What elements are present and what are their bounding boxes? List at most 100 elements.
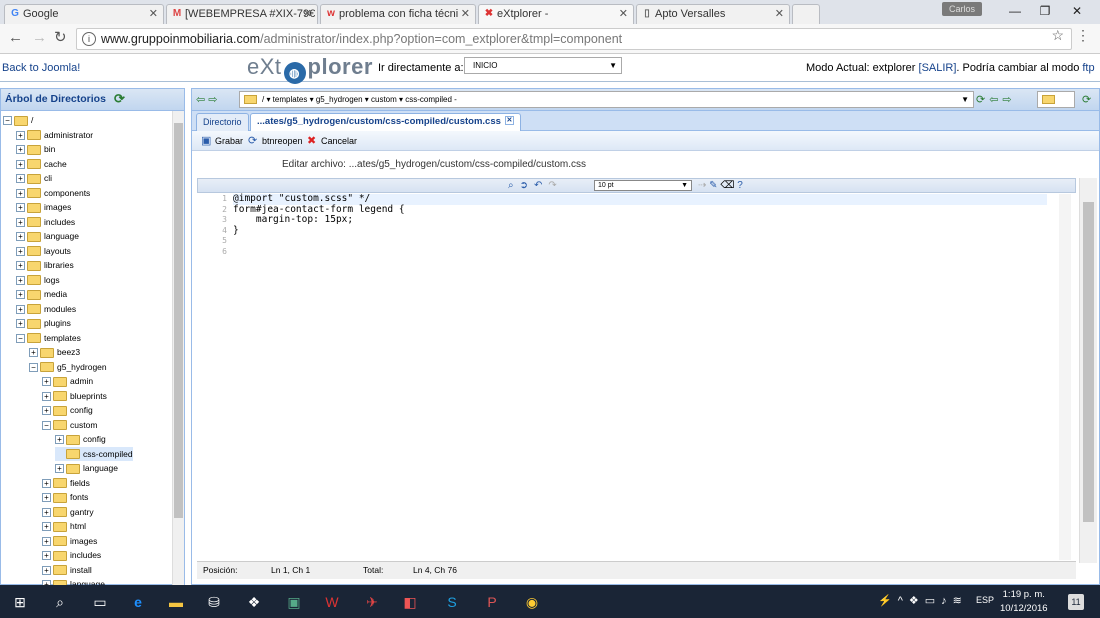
collapse-icon[interactable]: −: [29, 362, 38, 372]
tree-node[interactable]: + config: [42, 403, 93, 417]
forward-arrow-icon[interactable]: →: [32, 30, 47, 46]
expand-icon[interactable]: +: [16, 159, 25, 169]
taskbar-clock[interactable]: 1:19 p. m. 10/12/2016: [1000, 588, 1048, 616]
code-lines[interactable]: @import "custom.scss" */form#jea-contact…: [233, 193, 1047, 257]
path-breadcrumb[interactable]: / ▾ templates ▾ g5_hydrogen ▾ custom ▾ c…: [239, 91, 974, 108]
syntax-icon[interactable]: ⇢: [698, 180, 706, 191]
tree-node[interactable]: css-compiled: [55, 446, 133, 461]
restore-icon[interactable]: ❐: [1030, 2, 1060, 20]
tree-node[interactable]: + layouts: [16, 244, 71, 258]
code-editor[interactable]: 123456 @import "custom.scss" */form#jea-…: [197, 193, 1071, 560]
tree-node[interactable]: + modules: [16, 302, 76, 316]
windows-start-icon[interactable]: ⊞: [10, 592, 30, 612]
tree-node[interactable]: + plugins: [16, 316, 71, 330]
tree-node[interactable]: + components: [16, 186, 90, 200]
tree-node[interactable]: + images: [16, 200, 71, 214]
dropbox-icon[interactable]: ❖: [244, 592, 264, 612]
tree-root[interactable]: − /: [3, 113, 33, 127]
expand-icon[interactable]: +: [16, 319, 25, 329]
save-button[interactable]: ▣ Grabar: [201, 131, 243, 151]
tree-node[interactable]: − custom: [42, 418, 97, 432]
tree-node[interactable]: + language: [16, 229, 79, 243]
highlight-icon[interactable]: ✎: [709, 180, 717, 191]
code-line[interactable]: @import "custom.scss" */: [233, 193, 1047, 205]
expand-icon[interactable]: +: [16, 145, 25, 155]
tree-node[interactable]: + admin: [42, 374, 93, 388]
exit-link[interactable]: [SALIR]: [919, 62, 957, 74]
search-icon[interactable]: ⌕: [508, 180, 514, 191]
expand-icon[interactable]: +: [16, 232, 25, 242]
expand-icon[interactable]: +: [42, 493, 51, 503]
tree-node[interactable]: + includes: [16, 215, 75, 229]
new-tab-button[interactable]: [792, 4, 820, 24]
refresh-and-arrows-icon[interactable]: ⟳⇦⇨: [976, 93, 1016, 106]
browser-tab-gmail[interactable]: M [WEBEMPRESA #XIX-79€ ✕: [166, 4, 318, 24]
undo-icon[interactable]: ↶: [534, 180, 542, 191]
close-tab-icon[interactable]: ✕: [149, 5, 158, 23]
close-tab-icon[interactable]: ✕: [461, 5, 470, 23]
expand-icon[interactable]: +: [42, 507, 51, 517]
close-tab-icon[interactable]: ✕: [619, 5, 628, 23]
task-view-icon[interactable]: ▭: [90, 592, 110, 612]
code-line[interactable]: [233, 236, 1047, 247]
tree-node[interactable]: + gantry: [42, 505, 94, 519]
ftp-mode-link[interactable]: ftp: [1082, 62, 1094, 74]
expand-icon[interactable]: +: [16, 130, 25, 140]
file-explorer-icon[interactable]: ▬: [166, 592, 186, 612]
user-profile-badge[interactable]: Carlos: [942, 2, 982, 16]
expand-icon[interactable]: +: [42, 377, 51, 387]
browser-tab-extplorer[interactable]: ✖ eXtplorer - ✕: [478, 4, 634, 25]
browser-tab-apto[interactable]: ▯ Apto Versalles ✕: [636, 4, 790, 24]
redo-icon[interactable]: ↷: [548, 180, 556, 191]
code-scrollbar[interactable]: [1059, 194, 1071, 560]
tree-node[interactable]: + language: [42, 577, 105, 585]
expand-icon[interactable]: +: [42, 551, 51, 561]
expand-icon[interactable]: +: [42, 391, 51, 401]
notifications-icon[interactable]: 11: [1068, 594, 1084, 610]
cancel-button[interactable]: ✖ Cancelar: [307, 131, 357, 151]
tree-node[interactable]: + logs: [16, 273, 60, 287]
tree-node[interactable]: + fields: [42, 476, 90, 490]
font-size-select[interactable]: 10 pt ▼: [594, 180, 692, 191]
expand-icon[interactable]: +: [42, 565, 51, 575]
history-arrows-icon[interactable]: ⇦ ⇨: [196, 93, 218, 106]
expand-icon[interactable]: +: [55, 435, 64, 445]
tree-node[interactable]: + includes: [42, 548, 101, 562]
reopen-button[interactable]: ⟳ btnreopen: [248, 131, 303, 151]
tree-node[interactable]: + fonts: [42, 490, 88, 504]
expand-icon[interactable]: +: [16, 203, 25, 213]
tree-node[interactable]: + config: [55, 432, 106, 446]
close-tab-icon[interactable]: ✕: [504, 116, 514, 125]
tab-file-editor[interactable]: ...ates/g5_hydrogen/custom/css-compiled/…: [250, 113, 521, 131]
edge-icon[interactable]: e: [128, 592, 148, 612]
collapse-icon[interactable]: −: [16, 333, 25, 343]
expand-icon[interactable]: +: [16, 174, 25, 184]
tree-node[interactable]: + html: [42, 519, 86, 533]
back-arrow-icon[interactable]: ←: [8, 30, 23, 46]
folder-select[interactable]: [1037, 91, 1075, 108]
browser-menu-icon[interactable]: ⋮: [1076, 27, 1090, 44]
tree-node[interactable]: + blueprints: [42, 389, 107, 403]
url-input[interactable]: i www.gruppoinmobiliaria.com/administrat…: [76, 28, 1072, 50]
reload-icon[interactable]: ↻: [54, 30, 67, 46]
back-to-joomla-link[interactable]: Back to Joomla!: [2, 62, 80, 74]
expand-icon[interactable]: +: [16, 261, 25, 271]
system-tray-icons[interactable]: ⚡^❖▭♪≋: [878, 594, 968, 607]
bookmark-star-icon[interactable]: ☆: [1051, 27, 1064, 44]
tree-node[interactable]: + bin: [16, 142, 55, 156]
eraser-icon[interactable]: ⌫: [720, 180, 734, 191]
tree-node[interactable]: + install: [42, 563, 92, 577]
expand-icon[interactable]: +: [16, 275, 25, 285]
expand-icon[interactable]: +: [42, 478, 51, 488]
expand-icon[interactable]: +: [29, 348, 38, 358]
collapse-icon[interactable]: −: [42, 420, 51, 430]
tab-directorio[interactable]: Directorio: [196, 113, 249, 131]
editor-scrollbar[interactable]: [1079, 178, 1097, 563]
language-indicator[interactable]: ESP: [976, 595, 994, 605]
info-icon[interactable]: i: [82, 32, 96, 46]
skype-icon[interactable]: S: [442, 592, 462, 612]
search-icon[interactable]: ⌕: [50, 592, 70, 612]
tree-node[interactable]: + language: [55, 461, 118, 475]
reload-icon[interactable]: ⟳: [1082, 93, 1091, 106]
help-icon[interactable]: ?: [737, 180, 743, 191]
